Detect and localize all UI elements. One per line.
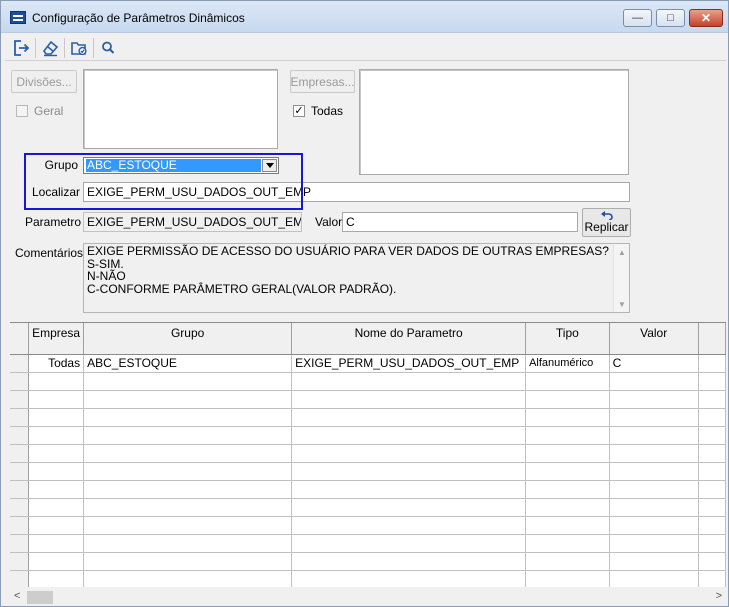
table-row[interactable] bbox=[10, 516, 726, 535]
column-header-type[interactable]: Tipo bbox=[525, 323, 610, 355]
search-icon bbox=[102, 41, 115, 54]
scroll-left-icon[interactable]: < bbox=[14, 590, 20, 602]
grid-header-row: Empresa Grupo Nome do Parametro Tipo Val… bbox=[10, 323, 726, 355]
open-button[interactable] bbox=[67, 37, 91, 59]
scroll-down-icon[interactable]: ▼ bbox=[615, 297, 629, 311]
cell-value[interactable]: C bbox=[609, 354, 699, 373]
chevron-down-icon[interactable] bbox=[262, 159, 277, 172]
comments-scrollbar[interactable]: ▲ ▼ bbox=[613, 244, 629, 312]
all-companies-label: Todas bbox=[311, 104, 344, 118]
comments-label: Comentários bbox=[15, 246, 84, 260]
comment-line: S-SIM. bbox=[87, 256, 124, 271]
cell-parameter-name[interactable]: EXIGE_PERM_USU_DADOS_OUT_EMP bbox=[291, 354, 527, 373]
column-header-parameter-name[interactable]: Nome do Parametro bbox=[291, 323, 527, 355]
divisions-button[interactable]: Divisões... bbox=[11, 70, 77, 93]
group-label: Grupo bbox=[44, 158, 78, 172]
horizontal-scrollbar[interactable]: < > bbox=[10, 589, 726, 606]
find-label: Localizar bbox=[31, 185, 80, 199]
cell-extra bbox=[698, 354, 726, 373]
column-header-company[interactable]: Empresa bbox=[28, 323, 85, 355]
table-row[interactable] bbox=[10, 480, 726, 499]
replicate-label: Replicar bbox=[584, 220, 629, 234]
column-header-extra bbox=[698, 323, 726, 355]
undo-arrow-icon bbox=[600, 211, 613, 220]
cell-group[interactable]: ABC_ESTOQUE bbox=[83, 354, 293, 373]
table-row[interactable]: Todas ABC_ESTOQUE EXIGE_PERM_USU_DADOS_O… bbox=[10, 354, 726, 373]
title-bar: Configuração de Parâmetros Dinâmicos — □… bbox=[1, 1, 728, 33]
replicate-button[interactable]: Replicar bbox=[582, 208, 631, 237]
table-row[interactable] bbox=[10, 534, 726, 553]
all-companies-checkbox[interactable]: ✓ bbox=[293, 105, 305, 117]
table-row[interactable] bbox=[10, 570, 726, 587]
comment-line: EXIGE PERMISSÃO DE ACESSO DO USUÁRIO PAR… bbox=[87, 244, 609, 258]
table-row[interactable] bbox=[10, 390, 726, 409]
folder-check-icon bbox=[71, 42, 87, 56]
table-row[interactable] bbox=[10, 426, 726, 445]
table-row[interactable] bbox=[10, 552, 726, 571]
parameters-grid[interactable]: Empresa Grupo Nome do Parametro Tipo Val… bbox=[10, 322, 726, 587]
value-label: Valor bbox=[315, 215, 343, 229]
divisions-list[interactable] bbox=[83, 69, 278, 149]
close-button[interactable]: ✕ bbox=[689, 9, 723, 27]
group-select-value: ABC_ESTOQUE bbox=[86, 159, 261, 172]
exit-icon bbox=[14, 40, 30, 56]
parameter-field: EXIGE_PERM_USU_DADOS_OUT_EMP bbox=[83, 212, 302, 232]
general-checkbox[interactable] bbox=[16, 105, 28, 117]
table-row[interactable] bbox=[10, 444, 726, 463]
comments-box[interactable]: EXIGE PERMISSÃO DE ACESSO DO USUÁRIO PAR… bbox=[83, 243, 630, 313]
cell-company[interactable]: Todas bbox=[28, 354, 85, 373]
maximize-button[interactable]: □ bbox=[656, 9, 685, 27]
toolbar-separator bbox=[35, 38, 36, 58]
column-header-value[interactable]: Valor bbox=[609, 323, 699, 355]
table-row[interactable] bbox=[10, 408, 726, 427]
comment-line: N-NÃO bbox=[87, 269, 126, 283]
scroll-up-icon[interactable]: ▲ bbox=[615, 245, 629, 259]
minimize-button[interactable]: — bbox=[623, 9, 652, 27]
eraser-icon bbox=[43, 40, 59, 57]
cell-type[interactable]: Alfanumérico bbox=[525, 354, 610, 373]
row-indicator[interactable] bbox=[10, 354, 30, 373]
search-button[interactable] bbox=[96, 37, 120, 59]
companies-button[interactable]: Empresas... bbox=[290, 70, 355, 93]
toolbar bbox=[5, 34, 726, 61]
clear-button[interactable] bbox=[38, 37, 62, 59]
scroll-thumb[interactable] bbox=[27, 591, 53, 604]
companies-list[interactable] bbox=[359, 69, 629, 175]
table-row[interactable] bbox=[10, 462, 726, 481]
scroll-right-icon[interactable]: > bbox=[716, 590, 722, 602]
parameter-label: Parametro bbox=[24, 215, 81, 229]
toolbar-separator bbox=[93, 38, 94, 58]
table-row[interactable] bbox=[10, 498, 726, 517]
row-indicator-header bbox=[10, 323, 30, 355]
find-input[interactable]: EXIGE_PERM_USU_DADOS_OUT_EMP bbox=[83, 182, 630, 202]
exit-button[interactable] bbox=[9, 37, 33, 59]
value-input[interactable]: C bbox=[342, 212, 578, 232]
comment-line: C-CONFORME PARÂMETRO GERAL(VALOR PADRÃO)… bbox=[87, 281, 397, 296]
window-title: Configuração de Parâmetros Dinâmicos bbox=[32, 11, 245, 25]
toolbar-separator bbox=[64, 38, 65, 58]
main-window: Configuração de Parâmetros Dinâmicos — □… bbox=[0, 0, 729, 607]
table-row[interactable] bbox=[10, 372, 726, 391]
column-header-group[interactable]: Grupo bbox=[83, 323, 293, 355]
app-icon bbox=[10, 11, 26, 24]
group-select[interactable]: ABC_ESTOQUE bbox=[83, 157, 279, 174]
general-label: Geral bbox=[34, 104, 64, 118]
